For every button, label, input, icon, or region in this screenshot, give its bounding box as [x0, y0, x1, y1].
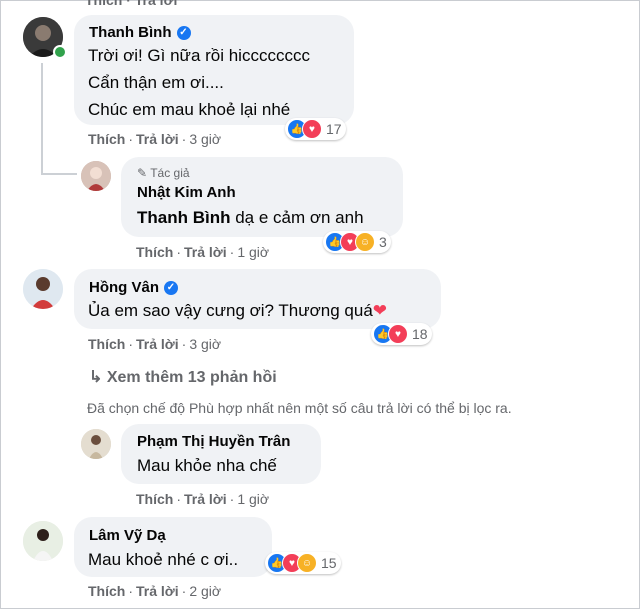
verified-badge-icon: ✓	[176, 26, 191, 41]
comment-text: Mau khỏe nha chế	[137, 456, 277, 475]
timestamp[interactable]: 2 giờ	[189, 583, 221, 599]
like-link[interactable]: Thích	[136, 491, 173, 507]
comment-author[interactable]: Hồng Vân ✓	[89, 279, 178, 296]
care-reaction-icon: ☺	[297, 553, 317, 573]
comment-text-line: Cẩn thận em ơi....	[88, 73, 224, 92]
reaction-summary[interactable]: 👍 ♥ 17	[285, 118, 346, 140]
like-link[interactable]: Thích	[88, 131, 125, 147]
reply-link[interactable]: Trả lời	[136, 336, 179, 352]
comment-author[interactable]: Lâm Vỹ Dạ	[89, 527, 166, 544]
verified-badge-icon: ✓	[164, 281, 178, 296]
avatar[interactable]	[81, 429, 111, 459]
like-link[interactable]: Thích	[88, 336, 125, 352]
comment-thread: Thích · Trả lời Thanh Bình ✓ Trời ơi! Gì …	[0, 0, 640, 609]
reaction-count: 18	[412, 326, 428, 342]
comment-text: Thanh Bình dạ e cảm ơn anh	[137, 208, 364, 227]
reply-arrow-icon: ↳	[89, 369, 103, 386]
love-reaction-icon: ♥	[388, 324, 408, 344]
comment-text: Mau khoẻ nhé c ơi..	[88, 550, 239, 569]
avatar[interactable]	[23, 521, 63, 561]
comment-actions: Thích · Trả lời · 1 giờ	[136, 244, 270, 260]
reaction-summary[interactable]: 👍 ♥ ☺ 15	[265, 552, 341, 574]
comment-author[interactable]: Thanh Bình ✓	[89, 24, 191, 41]
reply-link[interactable]: Trả lời	[184, 491, 227, 507]
care-reaction-icon: ☺	[355, 232, 375, 252]
thread-line	[41, 173, 77, 175]
avatar[interactable]	[23, 269, 63, 309]
online-status-dot	[53, 45, 67, 59]
comment-author[interactable]: Nhật Kim Anh	[137, 184, 236, 201]
reaction-summary[interactable]: 👍 ♥ ☺ 3	[323, 231, 391, 253]
like-link[interactable]: Thích	[88, 583, 125, 599]
timestamp[interactable]: 1 giờ	[237, 491, 269, 507]
comment-text: Ủa em sao vậy cưng ơi? Thương quá❤	[88, 301, 388, 320]
author-tag: ✎ Tác giả	[137, 166, 190, 180]
pencil-icon: ✎	[137, 166, 148, 180]
reply-link[interactable]: Trả lời	[136, 131, 179, 147]
comment-author[interactable]: Phạm Thị Huyền Trân	[137, 433, 290, 450]
heart-emoji-icon: ❤	[372, 301, 388, 320]
filter-notice: Đã chọn chế độ Phù hợp nhất nên một số c…	[87, 400, 512, 416]
reaction-count: 17	[326, 121, 342, 137]
reaction-summary[interactable]: 👍 ♥ 18	[371, 323, 432, 345]
more-replies-link[interactable]: ↳ Xem thêm 13 phản hồi	[89, 367, 277, 387]
avatar[interactable]	[81, 161, 111, 191]
comment-text-line: Trời ơi! Gì nữa rồi hicccccccc	[88, 46, 310, 65]
comment-actions: Thích · Trả lời · 2 giờ	[88, 583, 222, 599]
timestamp[interactable]: 1 giờ	[237, 244, 269, 260]
timestamp[interactable]: 3 giờ	[189, 336, 221, 352]
reply-link[interactable]: Trả lời	[136, 583, 179, 599]
reply-link[interactable]: Trả lời	[184, 244, 227, 260]
reaction-count: 3	[379, 234, 387, 250]
comment-text-line: Chúc em mau khoẻ lại nhé	[88, 100, 291, 119]
thread-line	[41, 63, 43, 173]
mention-link[interactable]: Thanh Bình	[137, 208, 230, 227]
previous-actions: Thích · Trả lời	[85, 0, 178, 8]
timestamp[interactable]: 3 giờ	[189, 131, 221, 147]
comment-actions: Thích · Trả lời · 3 giờ	[88, 131, 222, 147]
comment-actions: Thích · Trả lời · 1 giờ	[136, 491, 270, 507]
love-reaction-icon: ♥	[302, 119, 322, 139]
like-link[interactable]: Thích	[136, 244, 173, 260]
comment-actions: Thích · Trả lời · 3 giờ	[88, 336, 222, 352]
reaction-count: 15	[321, 555, 337, 571]
